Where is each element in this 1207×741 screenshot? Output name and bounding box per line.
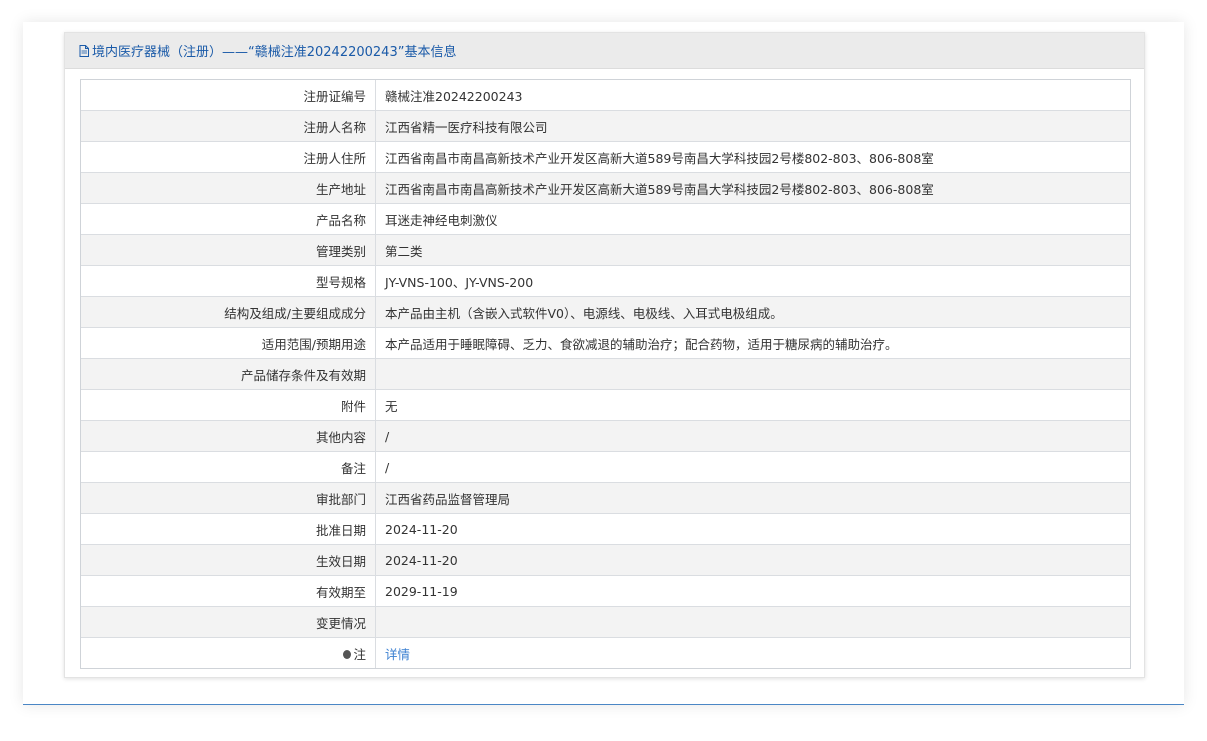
row-label: 备注 (81, 451, 376, 483)
table-row-note: 注 详情 (81, 637, 1131, 669)
pin-icon (343, 649, 352, 659)
table-row: 结构及组成/主要组成成分 本产品由主机（含嵌入式软件V0）、电源线、电极线、入耳… (81, 296, 1130, 328)
table-row: 型号规格 JY-VNS-100、JY-VNS-200 (81, 265, 1130, 297)
row-label: 产品储存条件及有效期 (81, 358, 376, 390)
details-link[interactable]: 详情 (385, 647, 410, 662)
row-value (375, 606, 1130, 638)
row-value: JY-VNS-100、JY-VNS-200 (375, 265, 1130, 297)
table-row: 适用范围/预期用途 本产品适用于睡眠障碍、乏力、食欲减退的辅助治疗；配合药物，适… (81, 327, 1130, 359)
row-label: 产品名称 (81, 203, 376, 235)
row-value (375, 358, 1130, 390)
row-value: 江西省南昌市南昌高新技术产业开发区高新大道589号南昌大学科技园2号楼802-8… (375, 172, 1130, 204)
row-value: / (375, 420, 1130, 452)
row-label: 适用范围/预期用途 (81, 327, 376, 359)
table-row: 产品储存条件及有效期 (81, 358, 1130, 390)
row-value: 2029-11-19 (375, 575, 1130, 607)
row-value: 赣械注准20242200243 (375, 80, 1130, 111)
table-row: 备注 / (81, 451, 1130, 483)
document-icon (79, 44, 89, 57)
note-label: 注 (353, 646, 366, 662)
table-row: 其他内容 / (81, 420, 1130, 452)
row-label: 管理类别 (81, 234, 376, 266)
row-value: 江西省精一医疗科技有限公司 (375, 110, 1130, 142)
row-label: 注册证编号 (81, 80, 376, 111)
table-row: 生产地址 江西省南昌市南昌高新技术产业开发区高新大道589号南昌大学科技园2号楼… (81, 172, 1130, 204)
row-label: 结构及组成/主要组成成分 (81, 296, 376, 328)
row-label: 注册人住所 (81, 141, 376, 173)
table-row: 注册证编号 赣械注准20242200243 (81, 80, 1130, 111)
row-value: 江西省南昌市南昌高新技术产业开发区高新大道589号南昌大学科技园2号楼802-8… (375, 141, 1130, 173)
row-label: 型号规格 (81, 265, 376, 297)
table-row: 变更情况 (81, 606, 1130, 638)
row-label: 变更情况 (81, 606, 376, 638)
table-row: 审批部门 江西省药品监督管理局 (81, 482, 1130, 514)
row-label: 生效日期 (81, 544, 376, 576)
row-label: 批准日期 (81, 513, 376, 545)
row-value: 耳迷走神经电刺激仪 (375, 203, 1130, 235)
row-label: 其他内容 (81, 420, 376, 452)
row-value: 江西省药品监督管理局 (375, 482, 1130, 514)
table-row: 产品名称 耳迷走神经电刺激仪 (81, 203, 1130, 235)
info-panel: 境内医疗器械（注册）——“赣械注准20242200243”基本信息 注册证编号 … (64, 32, 1145, 678)
row-value: / (375, 451, 1130, 483)
row-value: 本产品适用于睡眠障碍、乏力、食欲减退的辅助治疗；配合药物，适用于糖尿病的辅助治疗… (375, 327, 1130, 359)
row-value: 第二类 (375, 234, 1130, 266)
table-row: 生效日期 2024-11-20 (81, 544, 1130, 576)
row-label: 注册人名称 (81, 110, 376, 142)
table-row: 管理类别 第二类 (81, 234, 1130, 266)
row-label: 审批部门 (81, 482, 376, 514)
table-row: 有效期至 2029-11-19 (81, 575, 1130, 607)
row-label: 注 (81, 637, 376, 668)
table-row: 注册人住所 江西省南昌市南昌高新技术产业开发区高新大道589号南昌大学科技园2号… (81, 141, 1130, 173)
table-row: 批准日期 2024-11-20 (81, 513, 1130, 545)
row-label: 附件 (81, 389, 376, 421)
row-value: 无 (375, 389, 1130, 421)
footer-divider (23, 704, 1184, 705)
panel-header: 境内医疗器械（注册）——“赣械注准20242200243”基本信息 (65, 33, 1144, 69)
row-value: 2024-11-20 (375, 513, 1130, 545)
info-table: 注册证编号 赣械注准20242200243 注册人名称 江西省精一医疗科技有限公… (80, 79, 1131, 669)
table-row: 注册人名称 江西省精一医疗科技有限公司 (81, 110, 1130, 142)
panel-title: 境内医疗器械（注册）——“赣械注准20242200243”基本信息 (92, 45, 457, 60)
table-row: 附件 无 (81, 389, 1130, 421)
row-label: 有效期至 (81, 575, 376, 607)
row-value: 本产品由主机（含嵌入式软件V0）、电源线、电极线、入耳式电极组成。 (375, 296, 1130, 328)
row-label: 生产地址 (81, 172, 376, 204)
row-value: 2024-11-20 (375, 544, 1130, 576)
row-value: 详情 (376, 638, 1131, 669)
